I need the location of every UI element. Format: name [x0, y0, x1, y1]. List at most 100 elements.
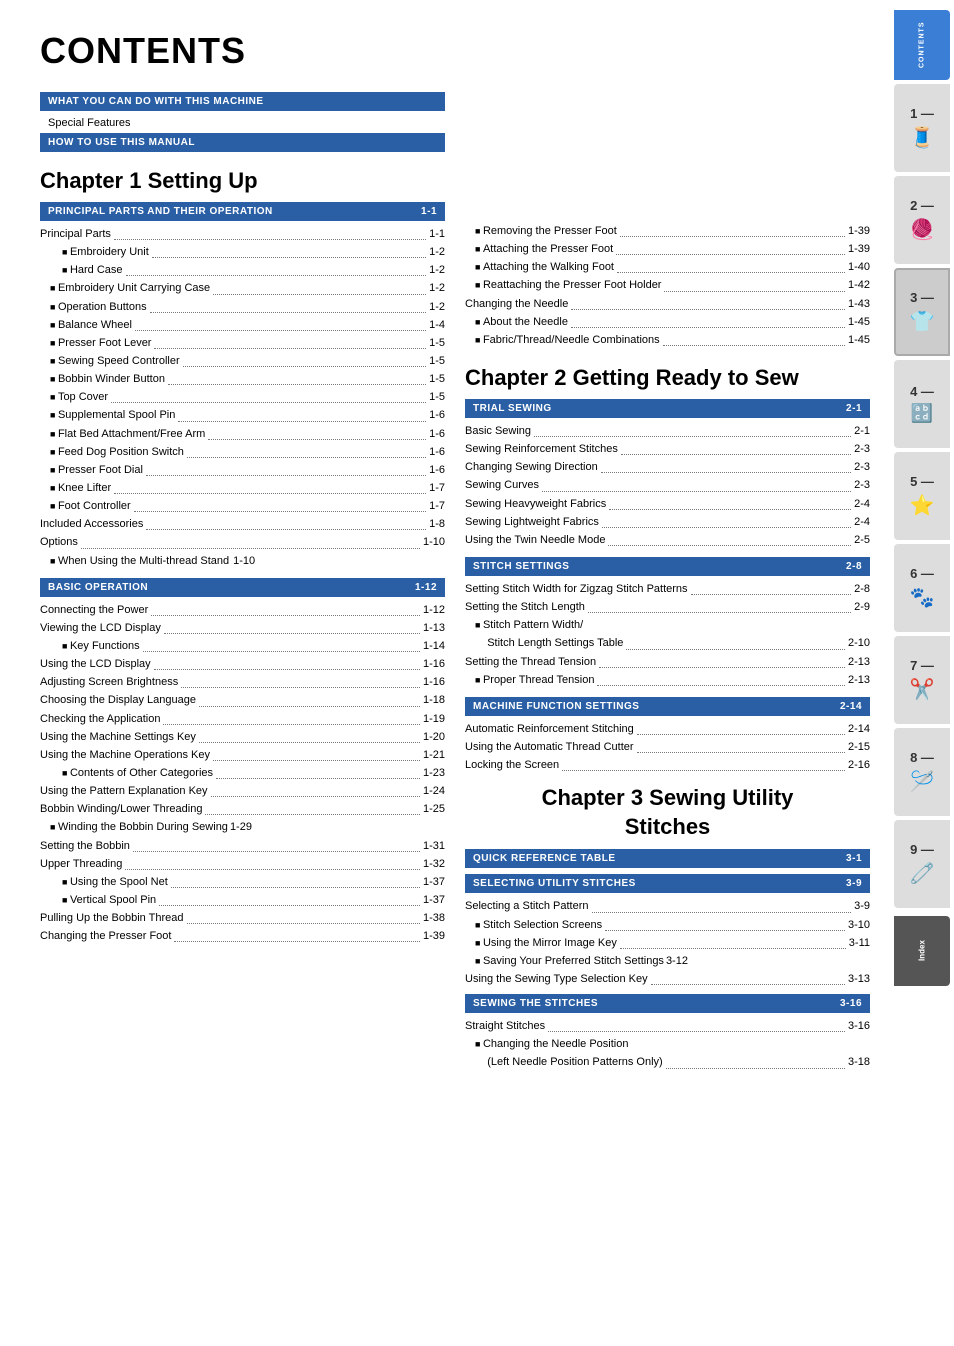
- tab-contents[interactable]: CONTENTS: [894, 10, 950, 80]
- toc-item: Operation Buttons 1-2: [40, 298, 445, 316]
- toc-item: Included Accessories 1-8: [40, 515, 445, 533]
- toc-item: Using the Automatic Thread Cutter 2-15: [465, 738, 870, 756]
- toc-item: Sewing Curves 2-3: [465, 476, 870, 494]
- toc-item: Options 1-10: [40, 533, 445, 551]
- page-container: CONTENTS WHAT YOU CAN DO WITH THIS MACHI…: [0, 0, 954, 1346]
- trial-sewing-entries: Basic Sewing 2-1 Sewing Reinforcement St…: [465, 422, 870, 549]
- toc-item: Feed Dog Position Switch 1-6: [40, 443, 445, 461]
- toc-item: Balance Wheel 1-4: [40, 316, 445, 334]
- tab-chapter5-icon: ⭐: [910, 493, 935, 518]
- toc-item: Using the Machine Operations Key 1-21: [40, 746, 445, 764]
- principal-parts-header: PRINCIPAL PARTS AND THEIR OPERATION 1-1: [40, 202, 445, 221]
- toc-item: Checking the Application 1-19: [40, 710, 445, 728]
- sewing-stitches-entries: Straight Stitches 3-16 Changing the Need…: [465, 1017, 870, 1071]
- selecting-utility-header: SELECTING UTILITY STITCHES 3-9: [465, 874, 870, 893]
- toc-item: Using the Twin Needle Mode 2-5: [465, 531, 870, 549]
- toc-item: Pulling Up the Bobbin Thread 1-38: [40, 909, 445, 927]
- presser-foot-entries: Removing the Presser Foot 1-39 Attaching…: [465, 222, 870, 349]
- toc-item: Adjusting Screen Brightness 1-16: [40, 673, 445, 691]
- toc-item: Using the Mirror Image Key 3-11: [465, 934, 870, 952]
- toc-item: Vertical Spool Pin 1-37: [40, 891, 445, 909]
- toc-item: Changing the Presser Foot 1-39: [40, 927, 445, 945]
- tab-chapter3-icon: 👕: [910, 309, 935, 334]
- toc-item: When Using the Multi-thread Stand 1-10: [40, 552, 445, 570]
- toc-item: Setting the Stitch Length 2-9: [465, 598, 870, 616]
- tab-chapter9[interactable]: 9 — 🧷: [894, 820, 950, 908]
- toc-item: Setting the Thread Tension 2-13: [465, 653, 870, 671]
- tab-chapter2-icon: 🧶: [910, 217, 935, 242]
- right-tabs: CONTENTS 1 — 🧵 2 — 🧶 3 — 👕 4 — 🔡 5 — ⭐: [890, 0, 954, 1346]
- toc-item: Straight Stitches 3-16: [465, 1017, 870, 1035]
- two-column-layout: WHAT YOU CAN DO WITH THIS MACHINE Specia…: [40, 92, 870, 1072]
- tab-index[interactable]: Index: [894, 916, 950, 986]
- tab-chapter4-icon: 🔡: [911, 403, 933, 424]
- tab-chapter8[interactable]: 8 — 🪡: [894, 728, 950, 816]
- toc-item: Hard Case 1-2: [40, 261, 445, 279]
- toc-item: Setting Stitch Width for Zigzag Stitch P…: [465, 580, 870, 598]
- basic-operation-entries: Connecting the Power 1-12 Viewing the LC…: [40, 601, 445, 946]
- main-content: CONTENTS WHAT YOU CAN DO WITH THIS MACHI…: [0, 0, 890, 1346]
- toc-item: Using the Pattern Explanation Key 1-24: [40, 782, 445, 800]
- tab-chapter1-icon: 🧵: [910, 125, 935, 150]
- toc-item: Selecting a Stitch Pattern 3-9: [465, 897, 870, 915]
- toc-item: Supplemental Spool Pin 1-6: [40, 406, 445, 424]
- toc-item: Winding the Bobbin During Sewing 1-29: [40, 818, 445, 836]
- toc-item: Choosing the Display Language 1-18: [40, 691, 445, 709]
- toc-item: Changing the Needle Position (Left Needl…: [465, 1035, 870, 1071]
- toc-item: Upper Threading 1-32: [40, 855, 445, 873]
- tab-chapter5[interactable]: 5 — ⭐: [894, 452, 950, 540]
- tab-chapter1-num: 1 —: [910, 106, 934, 121]
- machine-function-header: MACHINE FUNCTION SETTINGS 2-14: [465, 697, 870, 716]
- toc-item: Locking the Screen 2-16: [465, 756, 870, 774]
- tab-chapter8-num: 8 —: [910, 750, 934, 765]
- tab-chapter6[interactable]: 6 — 🐾: [894, 544, 950, 632]
- quick-reference-header: QUICK REFERENCE TABLE 3-1: [465, 849, 870, 868]
- tab-chapter2[interactable]: 2 — 🧶: [894, 176, 950, 264]
- chapter2-heading: Chapter 2 Getting Ready to Sew: [465, 365, 870, 391]
- toc-item: Bobbin Winding/Lower Threading 1-25: [40, 800, 445, 818]
- tab-chapter7[interactable]: 7 — ✂️: [894, 636, 950, 724]
- tab-chapter4-num: 4 —: [910, 384, 934, 399]
- tab-chapter9-icon: 🧷: [910, 861, 935, 886]
- chapter1-heading: Chapter 1 Setting Up: [40, 168, 445, 194]
- toc-item: Knee Lifter 1-7: [40, 479, 445, 497]
- toc-item: Changing Sewing Direction 2-3: [465, 458, 870, 476]
- toc-item: Automatic Reinforcement Stitching 2-14: [465, 720, 870, 738]
- tab-chapter3-num: 3 —: [910, 290, 934, 305]
- toc-item: Sewing Heavyweight Fabrics 2-4: [465, 495, 870, 513]
- toc-item: Embroidery Unit 1-2: [40, 243, 445, 261]
- toc-item: Using the LCD Display 1-16: [40, 655, 445, 673]
- toc-item: Using the Spool Net 1-37: [40, 873, 445, 891]
- tab-chapter7-num: 7 —: [910, 658, 934, 673]
- toc-item: Principal Parts 1-1: [40, 225, 445, 243]
- toc-item: Fabric/Thread/Needle Combinations 1-45: [465, 331, 870, 349]
- toc-item: Key Functions 1-14: [40, 637, 445, 655]
- toc-item: Removing the Presser Foot 1-39: [465, 222, 870, 240]
- toc-item: Reattaching the Presser Foot Holder 1-42: [465, 276, 870, 294]
- toc-item: Embroidery Unit Carrying Case 1-2: [40, 279, 445, 297]
- toc-item: Bobbin Winder Button 1-5: [40, 370, 445, 388]
- machine-function-entries: Automatic Reinforcement Stitching 2-14 U…: [465, 720, 870, 774]
- toc-item: Top Cover 1-5: [40, 388, 445, 406]
- tab-chapter7-icon: ✂️: [910, 677, 935, 702]
- basic-operation-header: BASIC OPERATION 1-12: [40, 578, 445, 597]
- toc-item: Basic Sewing 2-1: [465, 422, 870, 440]
- stitch-settings-entries: Setting Stitch Width for Zigzag Stitch P…: [465, 580, 870, 689]
- toc-item: About the Needle 1-45: [465, 313, 870, 331]
- sewing-stitches-header: SEWING THE STITCHES 3-16: [465, 994, 870, 1013]
- toc-item: Attaching the Walking Foot 1-40: [465, 258, 870, 276]
- toc-item: Viewing the LCD Display 1-13: [40, 619, 445, 637]
- tab-chapter5-num: 5 —: [910, 474, 934, 489]
- left-column: WHAT YOU CAN DO WITH THIS MACHINE Specia…: [40, 92, 445, 1072]
- toc-item: Contents of Other Categories 1-23: [40, 764, 445, 782]
- tab-chapter2-num: 2 —: [910, 198, 934, 213]
- how-to-use-header: HOW TO USE THIS MANUAL: [40, 133, 445, 152]
- special-features-label: Special Features: [40, 115, 445, 133]
- tab-chapter6-num: 6 —: [910, 566, 934, 581]
- tab-chapter4[interactable]: 4 — 🔡: [894, 360, 950, 448]
- tab-chapter3[interactable]: 3 — 👕: [894, 268, 950, 356]
- toc-item: Sewing Reinforcement Stitches 2-3: [465, 440, 870, 458]
- tab-chapter1[interactable]: 1 — 🧵: [894, 84, 950, 172]
- toc-item: Stitch Selection Screens 3-10: [465, 916, 870, 934]
- selecting-utility-entries: Selecting a Stitch Pattern 3-9 Stitch Se…: [465, 897, 870, 988]
